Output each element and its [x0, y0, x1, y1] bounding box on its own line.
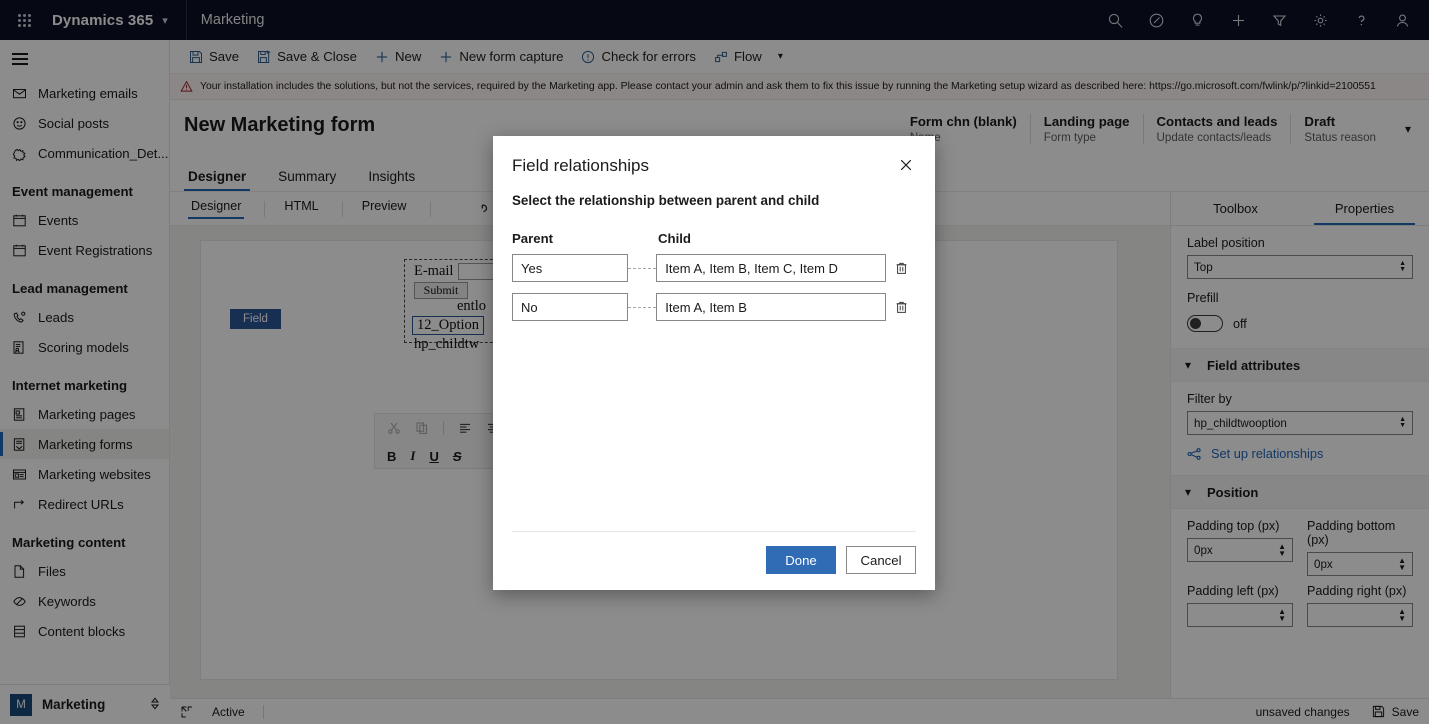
parent-value-input[interactable]: No — [512, 293, 628, 321]
done-button[interactable]: Done — [766, 546, 836, 574]
relationship-row: No Item A, Item B — [512, 293, 916, 321]
close-icon[interactable] — [893, 152, 919, 178]
parent-value-input[interactable]: Yes — [512, 254, 628, 282]
dialog-column-headers: Parent Child — [493, 208, 935, 246]
child-value-input[interactable]: Item A, Item B — [656, 293, 887, 321]
dialog-footer: Done Cancel — [512, 531, 916, 590]
child-value-input[interactable]: Item A, Item B, Item C, Item D — [656, 254, 887, 282]
cancel-button[interactable]: Cancel — [846, 546, 916, 574]
trash-icon[interactable] — [886, 300, 916, 315]
parent-column-header: Parent — [512, 231, 554, 246]
relationship-connector — [627, 267, 657, 269]
app-root: Dynamics 365 ▾ Marketing Marketing email… — [0, 0, 1429, 724]
dialog-subtitle: Select the relationship between parent a… — [512, 193, 820, 208]
field-relationships-dialog: Field relationships Select the relations… — [493, 136, 935, 590]
trash-icon[interactable] — [886, 261, 916, 276]
relationship-rows: Yes Item A, Item B, Item C, Item D No It… — [493, 246, 935, 332]
relationship-row: Yes Item A, Item B, Item C, Item D — [512, 254, 916, 282]
relationship-connector — [627, 306, 657, 308]
dialog-header: Field relationships — [493, 136, 935, 178]
child-column-header: Child — [658, 231, 691, 246]
dialog-title: Field relationships — [512, 156, 650, 175]
